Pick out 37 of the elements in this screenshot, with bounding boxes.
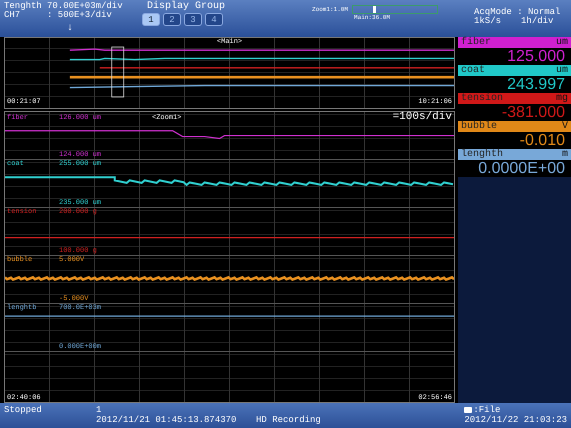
timebase: 1h/div [521, 17, 554, 26]
readout-value: -0.010 [458, 132, 571, 149]
display-group-button[interactable]: 4 [205, 13, 223, 26]
readout-name: tension [461, 93, 504, 104]
readout-unit: um [556, 37, 568, 48]
readout-name: coat [461, 65, 486, 76]
readout-name: bubble [461, 121, 498, 132]
display-group-title: Display Group [147, 2, 226, 11]
readout-value: 125.000 [458, 48, 571, 65]
channel-label: CH7 [4, 11, 22, 20]
readout-unit: mg [556, 93, 568, 104]
display-group-button[interactable]: 1 [142, 13, 160, 26]
channel-label: Tenghth [4, 2, 43, 11]
readout-value: 0.0000E+00 [458, 160, 571, 177]
recording-mode: HD Recording [256, 415, 321, 425]
readout-unit: m [562, 149, 568, 160]
readout-unit: um [556, 65, 568, 76]
readout-name: fiber [461, 37, 492, 48]
clock: 2012/11/22 21:03:23 [464, 415, 567, 425]
sample-rate: 1kS/s [474, 17, 502, 26]
readout-name: lenghth [461, 149, 504, 160]
readout-unit: V [562, 121, 568, 132]
zoom-window-marker [111, 46, 124, 98]
readout-value: 243.997 [458, 76, 571, 93]
record-count: 1 [96, 405, 102, 415]
zoom-position-thumb[interactable] [373, 6, 376, 13]
save-target: :File [473, 405, 500, 415]
zoom-timebase: =100s/div [392, 113, 452, 122]
acquisition-mode: AcqMode : Normal [474, 8, 560, 17]
trigger-marker: ↓ [67, 24, 74, 33]
recorder-state: Stopped [4, 405, 43, 415]
readout-value: -381.000 [458, 104, 571, 121]
record-start-time: 2012/11/21 01:45:13.874370 [96, 415, 238, 425]
display-group-button[interactable]: 2 [163, 13, 181, 26]
display-group-button[interactable]: 3 [184, 13, 202, 26]
scale-value: 70.00E+03m/div [47, 2, 123, 11]
scale-value: : 500E+3/div [47, 11, 112, 20]
